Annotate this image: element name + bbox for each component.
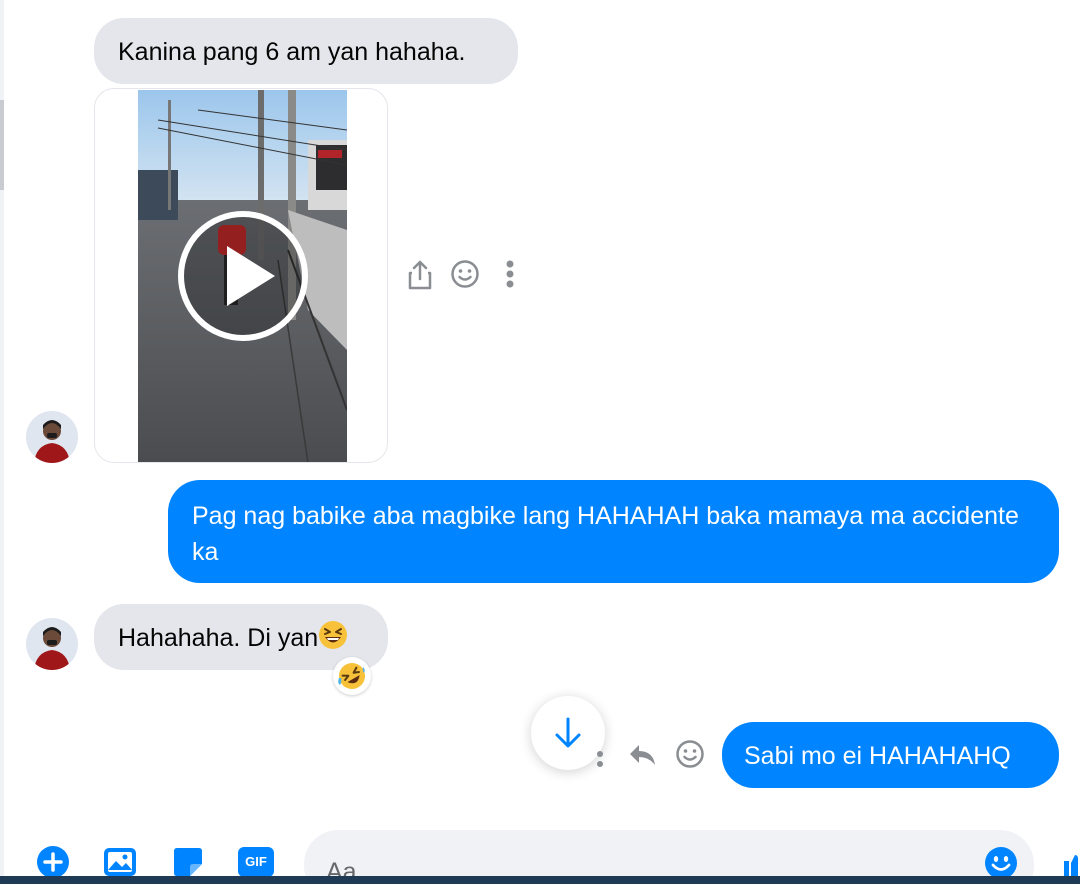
- grinning-squinting-face-icon: [319, 621, 348, 649]
- taskbar-edge: [0, 876, 1080, 884]
- react-icon[interactable]: [674, 738, 706, 770]
- smiley-icon[interactable]: [984, 846, 1018, 880]
- message-text: Sabi mo ei HAHAHAHQ: [744, 742, 1011, 770]
- avatar[interactable]: [26, 618, 78, 670]
- react-icon[interactable]: [449, 258, 481, 290]
- gif-button[interactable]: GIF: [237, 845, 275, 879]
- share-icon[interactable]: [404, 259, 436, 291]
- message-bubble-outgoing[interactable]: Sabi mo ei HAHAHAHQ: [722, 722, 1059, 788]
- message-text: Kanina pang 6 am yan hahaha.: [118, 38, 466, 66]
- gif-label: GIF: [245, 854, 267, 869]
- message-bubble-incoming[interactable]: Kanina pang 6 am yan hahaha.: [94, 18, 518, 84]
- plus-icon[interactable]: [36, 845, 70, 879]
- video-attachment[interactable]: [94, 88, 388, 463]
- avatar[interactable]: [26, 411, 78, 463]
- photo-icon[interactable]: [103, 845, 137, 879]
- scrollbar-thumb[interactable]: [0, 100, 4, 190]
- sticker-icon[interactable]: [171, 845, 205, 879]
- message-text: Pag nag babike aba magbike lang HAHAHAH …: [192, 502, 1019, 566]
- arrow-down-icon: [555, 717, 581, 748]
- message-reaction[interactable]: [333, 657, 371, 695]
- more-options-icon[interactable]: [494, 258, 526, 290]
- more-options-icon[interactable]: [592, 740, 608, 772]
- message-bubble-outgoing[interactable]: Pag nag babike aba magbike lang HAHAHAH …: [168, 480, 1059, 583]
- play-icon[interactable]: [177, 210, 309, 342]
- rolling-on-floor-laughing-icon: [338, 663, 365, 689]
- window-edge: [0, 0, 4, 884]
- message-text: Hahahaha. Di yan: [118, 624, 319, 652]
- reply-icon[interactable]: [627, 739, 659, 771]
